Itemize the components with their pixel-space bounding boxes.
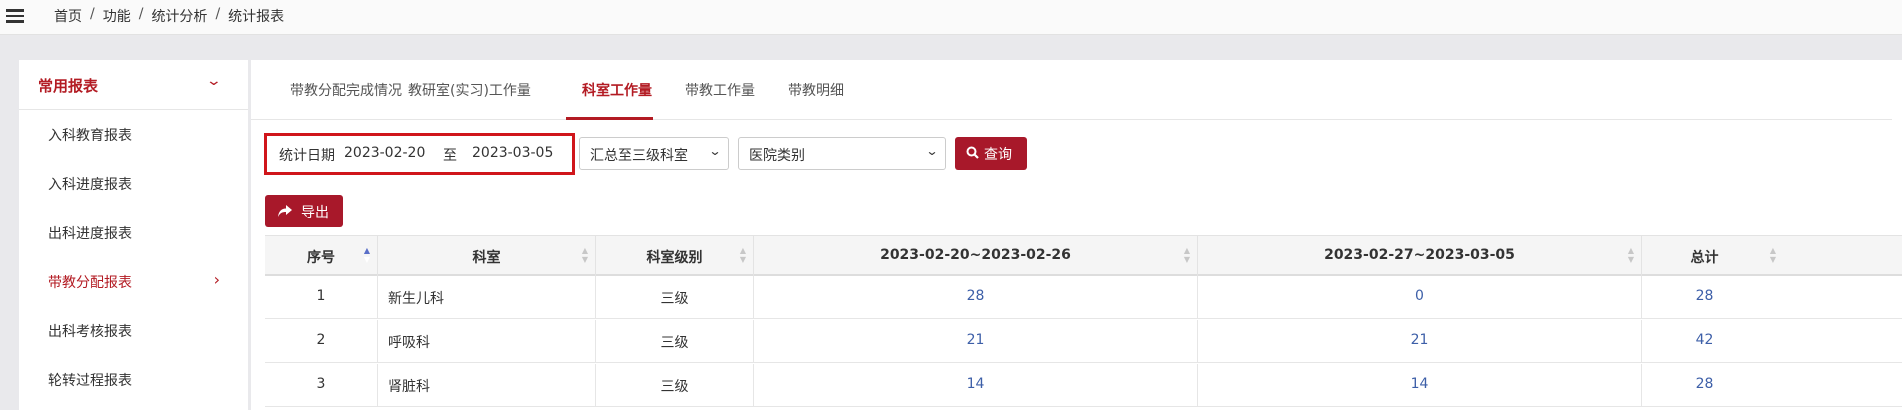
sidebar-header[interactable]: 常用报表 ⌄: [19, 60, 248, 110]
query-button[interactable]: 查询: [955, 137, 1027, 170]
date-filter-label: 统计日期: [279, 148, 335, 164]
tab-bar: 带教分配完成情况 教研室(实习)工作量 科室工作量 带教工作量 带教明细: [251, 60, 1892, 120]
column-header-department[interactable]: 科室 ▲ ▼: [378, 236, 596, 277]
tab-department-workload[interactable]: 科室工作量: [582, 80, 652, 100]
sidebar-header-label: 常用报表: [38, 77, 99, 95]
date-range-separator: 至: [443, 148, 457, 164]
sidebar-item-exit-progress[interactable]: 出科进度报表: [19, 208, 248, 257]
sidebar-item-exit-assessment[interactable]: 出科考核报表: [19, 306, 248, 355]
hamburger-menu-icon[interactable]: [6, 6, 26, 26]
sort-icon: ▲ ▼: [1183, 246, 1190, 264]
breadcrumb-function[interactable]: 功能: [103, 6, 131, 26]
column-header-label: 科室级别: [646, 250, 703, 266]
column-header-label: 2023-02-27~2023-03-05: [1324, 247, 1515, 263]
breadcrumb-statistics[interactable]: 统计分析: [151, 6, 207, 26]
tab-teaching-workload[interactable]: 带教工作量: [685, 80, 755, 100]
cell-index: 2: [265, 320, 378, 363]
column-header-label: 科室: [472, 250, 501, 266]
breadcrumb-separator: /: [90, 6, 95, 22]
column-header-label: 2023-02-20~2023-02-26: [880, 247, 1071, 263]
cell-department-level: 三级: [596, 364, 754, 407]
breadcrumb-separator: /: [215, 6, 221, 22]
tab-teaching-allocation-status[interactable]: 带教分配完成情况: [290, 80, 402, 100]
sidebar-item-teaching-allocation[interactable]: 带教分配报表 ›: [19, 257, 248, 306]
sidebar-item-label: 入科教育报表: [48, 128, 132, 144]
cell-index: 3: [265, 364, 378, 407]
cell-week-2-link[interactable]: 14: [1198, 364, 1642, 407]
main-panel: 带教分配完成情况 教研室(实习)工作量 科室工作量 带教工作量 带教明细 统计日…: [251, 60, 1902, 410]
cell-week-1-link[interactable]: 21: [754, 320, 1198, 363]
cell-index: 1: [265, 276, 378, 319]
cell-week-1-link[interactable]: 14: [754, 364, 1198, 407]
cell-department-level: 三级: [596, 320, 754, 363]
top-bar: 首页 / 功能 / 统计分析 / 统计报表: [0, 0, 1902, 35]
cell-department: 新生儿科: [378, 276, 596, 319]
cell-week-1-link[interactable]: 28: [754, 276, 1198, 319]
breadcrumb-home[interactable]: 首页: [54, 6, 82, 26]
export-button-label: 导出: [301, 205, 329, 221]
cell-total-link[interactable]: 42: [1642, 320, 1902, 363]
column-header-week-1[interactable]: 2023-02-20~2023-02-26 ▲ ▼: [754, 236, 1198, 277]
sidebar-item-label: 出科进度报表: [48, 226, 132, 242]
table-row: 2 呼吸科 三级 21 21 42: [265, 320, 1902, 363]
column-header-week-2[interactable]: 2023-02-27~2023-03-05 ▲ ▼: [1198, 236, 1642, 277]
department-level-value: 汇总至三级科室: [590, 148, 688, 164]
cell-week-2-link[interactable]: 0: [1198, 276, 1642, 319]
sort-icon: ▲ ▼: [1769, 246, 1776, 264]
sidebar-item-entry-progress[interactable]: 入科进度报表: [19, 159, 248, 208]
chevron-down-icon: ⌄: [925, 144, 939, 158]
chevron-down-icon: ⌄: [708, 144, 722, 158]
active-tab-indicator: [566, 117, 653, 120]
search-icon: [966, 146, 979, 159]
sidebar-item-rotation-process[interactable]: 轮转过程报表: [19, 355, 248, 404]
sort-ascending-icon: ▲ ▼: [363, 246, 370, 264]
sort-icon: ▲ ▼: [581, 246, 588, 264]
start-date-input[interactable]: 2023-02-20: [344, 145, 425, 161]
cell-total-link[interactable]: 28: [1642, 364, 1902, 407]
sort-icon: ▲ ▼: [739, 246, 746, 264]
column-header-index[interactable]: 序号 ▲ ▼: [265, 236, 378, 277]
hospital-category-select[interactable]: 医院类别 ⌄: [738, 137, 946, 170]
breadcrumb-separator: /: [138, 6, 144, 22]
hospital-category-value: 医院类别: [749, 148, 805, 164]
sort-icon: ▲ ▼: [1627, 246, 1634, 264]
cell-week-2-link[interactable]: 21: [1198, 320, 1642, 363]
query-button-label: 查询: [984, 147, 1012, 163]
sidebar-item-label: 出科考核报表: [48, 324, 132, 340]
breadcrumb: 首页 / 功能 / 统计分析 / 统计报表: [54, 6, 284, 26]
sidebar-item-entry-education[interactable]: 入科教育报表: [19, 110, 248, 159]
table-header: 序号 ▲ ▼ 科室 ▲ ▼ 科室级别 ▲ ▼ 2023-02-20~2023-02-2…: [265, 235, 1902, 277]
breadcrumb-current: 统计报表: [228, 9, 285, 25]
column-header-department-level[interactable]: 科室级别 ▲ ▼: [596, 236, 754, 277]
chevron-right-icon: ›: [213, 270, 220, 289]
sidebar: 常用报表 ⌄ 入科教育报表 入科进度报表 出科进度报表 带教分配报表 › 出科考…: [19, 60, 248, 410]
cell-department: 肾脏科: [378, 364, 596, 407]
cell-department: 呼吸科: [378, 320, 596, 363]
date-range-filter: 统计日期 2023-02-20 至 2023-03-05: [264, 133, 575, 175]
sidebar-item-label: 带教分配报表: [48, 275, 132, 291]
cell-total-link[interactable]: 28: [1642, 276, 1902, 319]
tab-teaching-detail[interactable]: 带教明细: [788, 80, 844, 100]
column-header-label: 总计: [1690, 250, 1719, 266]
sidebar-item-label: 入科进度报表: [48, 177, 132, 193]
chevron-down-icon: ⌄: [205, 73, 223, 89]
table-row: 1 新生儿科 三级 28 0 28: [265, 276, 1902, 319]
tab-teaching-office-workload[interactable]: 教研室(实习)工作量: [408, 80, 531, 100]
department-level-select[interactable]: 汇总至三级科室 ⌄: [579, 137, 729, 170]
data-table: 序号 ▲ ▼ 科室 ▲ ▼ 科室级别 ▲ ▼ 2023-02-20~2023-02-2…: [265, 235, 1902, 410]
share-arrow-icon: [278, 205, 292, 217]
export-button[interactable]: 导出: [265, 195, 343, 227]
column-header-label: 序号: [307, 250, 335, 266]
sidebar-item-label: 轮转过程报表: [48, 373, 132, 389]
cell-department-level: 三级: [596, 276, 754, 319]
end-date-input[interactable]: 2023-03-05: [472, 145, 553, 161]
table-row: 3 肾脏科 三级 14 14 28: [265, 364, 1902, 407]
column-header-total[interactable]: 总计 ▲ ▼: [1642, 236, 1902, 277]
